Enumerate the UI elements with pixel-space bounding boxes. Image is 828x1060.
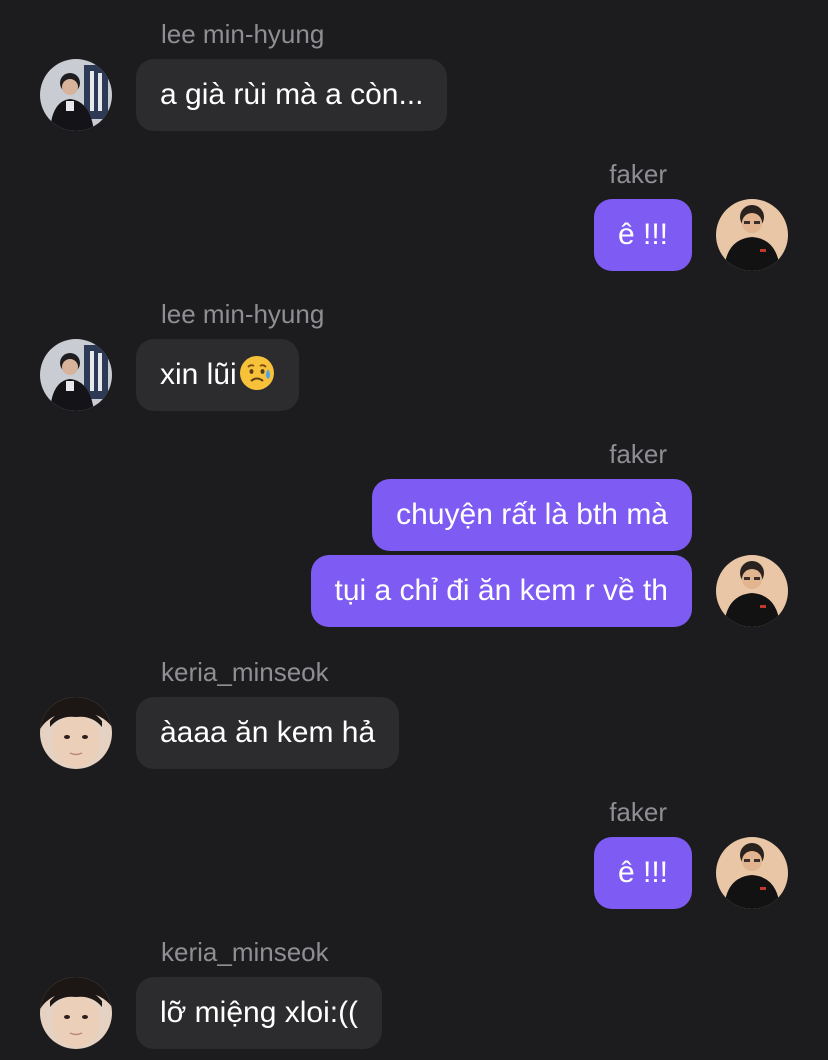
sender-name: lee min-hyung (161, 19, 325, 49)
sender-name: keria_minseok (161, 657, 329, 687)
avatar-keria-minseok[interactable] (40, 977, 112, 1049)
message-bubble[interactable]: ê !!! (593, 837, 692, 909)
avatar-photo-icon (40, 697, 112, 769)
avatar-photo-icon (716, 837, 788, 909)
message-bubble[interactable]: tụi a chỉ đi ăn kem r về th (310, 555, 692, 627)
avatar-faker[interactable] (716, 199, 788, 271)
message-bubble[interactable]: a già rùi mà a còn... (136, 59, 448, 131)
avatar-faker[interactable] (716, 555, 788, 627)
avatar-photo-icon (40, 339, 112, 411)
avatar-photo-icon (40, 977, 112, 1049)
sender-name: faker (609, 797, 667, 827)
sender-name: faker (609, 159, 667, 189)
avatar-photo-icon (716, 199, 788, 271)
avatar-faker[interactable] (716, 837, 788, 909)
message-bubble[interactable]: chuyện rất là bth mà (372, 479, 692, 551)
avatar-photo-icon (40, 59, 112, 131)
sender-name: faker (609, 439, 667, 469)
message-text: xin lũi (160, 358, 237, 391)
avatar-lee-min-hyung[interactable] (40, 59, 112, 131)
sender-name: keria_minseok (161, 937, 329, 967)
avatar-photo-icon (716, 555, 788, 627)
sender-name: lee min-hyung (161, 299, 325, 329)
sad-but-relieved-face-emoji-icon (239, 356, 274, 390)
message-bubble[interactable]: ê !!! (593, 199, 692, 271)
avatar-keria-minseok[interactable] (40, 697, 112, 769)
message-bubble[interactable]: lỡ miệng xloi:(( (136, 977, 383, 1049)
message-bubble[interactable]: xin lũi (136, 339, 299, 411)
message-bubble[interactable]: àaaa ăn kem hả (136, 697, 400, 769)
avatar-lee-min-hyung[interactable] (40, 339, 112, 411)
